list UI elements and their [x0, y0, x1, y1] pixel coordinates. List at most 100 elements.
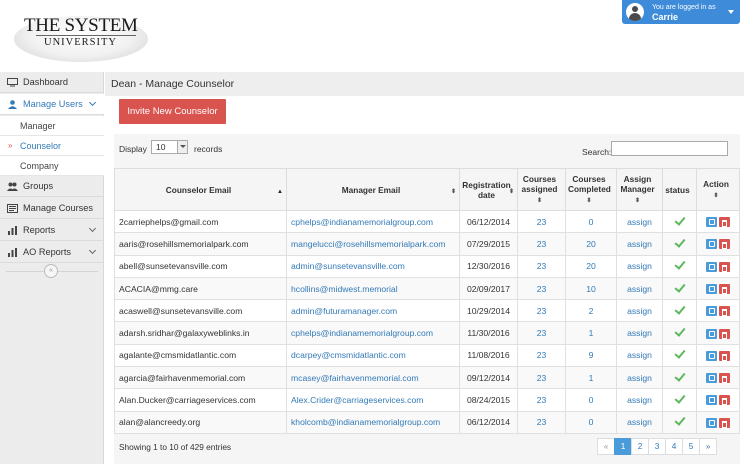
courses-completed-link[interactable]: 10: [586, 284, 596, 294]
sidebar-item-dashboard[interactable]: Dashboard: [0, 72, 104, 93]
sidebar-item-reports[interactable]: Reports: [0, 220, 104, 241]
edit-icon[interactable]: [706, 261, 717, 272]
trash-icon[interactable]: [719, 217, 730, 228]
check-icon[interactable]: [673, 258, 686, 270]
courses-completed-link[interactable]: 2: [589, 306, 594, 316]
manager-email-link[interactable]: mcasey@fairhavenmemorial.com: [291, 373, 419, 383]
courses-assigned-link[interactable]: 23: [537, 284, 547, 294]
sidebar-subitem-manager[interactable]: Manager: [0, 116, 104, 136]
check-icon[interactable]: [673, 347, 686, 360]
sidebar-item-ao-reports[interactable]: AO Reports: [0, 242, 104, 263]
assign-manager-link[interactable]: assign: [627, 217, 652, 227]
search-input[interactable]: [611, 141, 728, 156]
trash-icon[interactable]: [719, 328, 730, 339]
trash-icon[interactable]: [719, 239, 730, 250]
column-header-counselor-email[interactable]: Counselor Email ▲: [114, 168, 287, 211]
edit-icon[interactable]: [706, 350, 717, 361]
trash-icon[interactable]: [719, 373, 730, 384]
manager-email-link[interactable]: dcarpey@cmsmidatlantic.com: [291, 350, 406, 360]
assign-manager-link[interactable]: assign: [627, 239, 652, 249]
sidebar-collapse-button[interactable]: «: [44, 264, 58, 278]
assign-manager-link[interactable]: assign: [627, 373, 652, 383]
records-per-page-select[interactable]: 10: [151, 140, 188, 154]
sidebar-subitem-counselor[interactable]: » Counselor: [0, 136, 104, 156]
courses-completed-link[interactable]: 9: [589, 350, 594, 360]
manager-email-link[interactable]: admin@sunsetevansville.com: [291, 261, 405, 271]
check-icon[interactable]: [673, 369, 686, 382]
manager-email-link[interactable]: kholcomb@indianamemorialgroup.com: [291, 417, 440, 427]
column-header-registration-date[interactable]: Registration date ⬍: [459, 168, 518, 211]
courses-assigned-link[interactable]: 23: [537, 350, 547, 360]
assign-manager-link[interactable]: assign: [627, 350, 652, 360]
trash-icon[interactable]: [719, 283, 730, 294]
edit-icon[interactable]: [706, 239, 717, 250]
pagination-page-button[interactable]: 3: [648, 438, 666, 455]
courses-completed-link[interactable]: 0: [589, 417, 594, 427]
courses-assigned-link[interactable]: 23: [537, 417, 547, 427]
manager-email-link[interactable]: cphelps@indianamemorialgroup.com: [291, 328, 433, 338]
check-icon[interactable]: [673, 236, 686, 248]
edit-icon[interactable]: [706, 328, 717, 339]
pagination-page-button[interactable]: 1: [614, 438, 632, 455]
check-icon[interactable]: [673, 280, 686, 293]
assign-manager-link[interactable]: assign: [627, 395, 652, 405]
courses-completed-link[interactable]: 0: [589, 217, 594, 227]
courses-assigned-link[interactable]: 23: [537, 217, 547, 227]
manager-email-link[interactable]: Alex.Crider@carriageservices.com: [291, 395, 423, 405]
sidebar-item-manage-users[interactable]: Manage Users: [0, 94, 104, 115]
assign-manager-link[interactable]: assign: [627, 306, 652, 316]
counselor-email: abell@sunsetevansville.com: [114, 254, 287, 278]
manager-email-link[interactable]: hcollins@midwest.memorial: [291, 284, 398, 294]
courses-completed-link[interactable]: 0: [589, 395, 594, 405]
sidebar-item-groups[interactable]: Groups: [0, 176, 104, 197]
assign-manager-link[interactable]: assign: [627, 261, 652, 271]
pagination-page-button[interactable]: 4: [665, 438, 683, 455]
assign-manager-link[interactable]: assign: [627, 417, 652, 427]
pagination-page-button[interactable]: 2: [631, 438, 649, 455]
trash-icon[interactable]: [719, 261, 730, 272]
trash-icon[interactable]: [719, 306, 730, 317]
courses-assigned-link[interactable]: 23: [537, 239, 547, 249]
courses-completed-link[interactable]: 20: [586, 261, 596, 271]
pagination-page-button[interactable]: 5: [682, 438, 700, 455]
courses-assigned-link[interactable]: 23: [537, 328, 547, 338]
manager-email-link[interactable]: mangelucci@rosehillsmemorialpark.com: [291, 239, 445, 249]
edit-icon[interactable]: [706, 373, 717, 384]
trash-icon[interactable]: [719, 417, 730, 428]
pagination-prev-button[interactable]: «: [597, 438, 615, 455]
check-icon[interactable]: [673, 414, 686, 427]
check-icon[interactable]: [673, 213, 686, 226]
column-header-manager-email[interactable]: Manager Email ⬍: [286, 168, 460, 211]
manager-email-link[interactable]: cphelps@indianamemorialgroup.com: [291, 217, 433, 227]
check-icon[interactable]: [673, 303, 686, 315]
edit-icon[interactable]: [706, 283, 717, 294]
trash-icon[interactable]: [719, 395, 730, 406]
user-menu[interactable]: You are logged in as Carrie: [622, 0, 740, 24]
trash-icon[interactable]: [719, 350, 730, 361]
sidebar-subitem-company[interactable]: Company: [0, 156, 104, 176]
courses-completed-link[interactable]: 20: [586, 239, 596, 249]
edit-icon[interactable]: [706, 306, 717, 317]
check-icon[interactable]: [673, 325, 686, 337]
invite-counselor-button[interactable]: Invite New Counselor: [119, 99, 226, 124]
pagination-next-button[interactable]: »: [699, 438, 717, 455]
courses-completed-link[interactable]: 1: [589, 328, 594, 338]
courses-assigned-link[interactable]: 23: [537, 395, 547, 405]
edit-icon[interactable]: [706, 395, 717, 406]
manager-email-link[interactable]: admin@futuramanager.com: [291, 306, 397, 316]
assign-manager-link[interactable]: assign: [627, 284, 652, 294]
column-header-assign-manager[interactable]: Assign Manager ⬍: [616, 168, 663, 211]
registration-date: 09/12/2014: [459, 366, 518, 390]
courses-completed-link[interactable]: 1: [589, 373, 594, 383]
check-icon[interactable]: [673, 392, 686, 404]
courses-assigned-link[interactable]: 23: [537, 373, 547, 383]
courses-assigned-link[interactable]: 23: [537, 261, 547, 271]
column-header-courses-assigned[interactable]: Courses assigned ⬍: [517, 168, 566, 211]
edit-icon[interactable]: [706, 417, 717, 428]
column-header-courses-completed[interactable]: Courses Completed ⬍: [565, 168, 617, 211]
logo[interactable]: THE SYSTEM UNIVERSITY: [14, 10, 148, 62]
sidebar-item-manage-courses[interactable]: Manage Courses: [0, 198, 104, 219]
courses-assigned-link[interactable]: 23: [537, 306, 547, 316]
edit-icon[interactable]: [706, 217, 717, 228]
assign-manager-link[interactable]: assign: [627, 328, 652, 338]
